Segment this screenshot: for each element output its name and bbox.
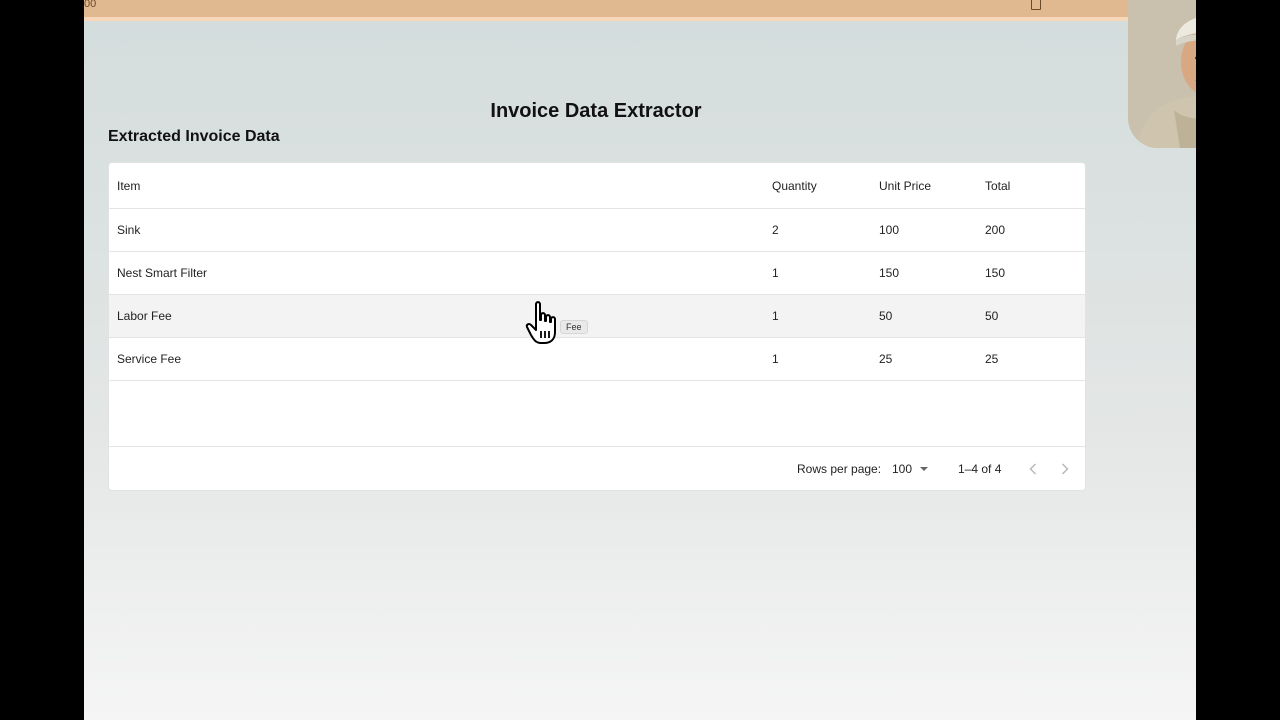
section-title: Extracted Invoice Data: [108, 128, 280, 145]
rows-per-page-label: Rows per page:: [797, 461, 882, 476]
rows-per-page-value: 100: [892, 461, 913, 476]
page-title: Invoice Data Extractor: [490, 100, 702, 122]
presenter-video: [1128, 0, 1196, 148]
cell-total[interactable]: 50: [985, 295, 998, 337]
top-bar: 00: [84, 0, 1196, 21]
cell-unit-price[interactable]: 150: [879, 252, 899, 294]
cell-quantity[interactable]: 1: [772, 338, 779, 380]
clipboard-icon: [1031, 0, 1041, 10]
hand-pointer-icon: [525, 301, 556, 344]
table-row[interactable]: Service Fee 1 25 25: [109, 338, 1085, 381]
table-row[interactable]: Nest Smart Filter 1 150 150: [109, 252, 1085, 295]
cell-unit-price[interactable]: 100: [879, 209, 899, 251]
pagination-range: 1–4 of 4: [958, 461, 1002, 476]
cell-unit-price[interactable]: 50: [879, 295, 892, 337]
cell-total[interactable]: 150: [985, 252, 1005, 294]
column-header-total[interactable]: Total: [985, 163, 1010, 208]
table-header-row: Item Quantity Unit Price Total: [109, 163, 1085, 209]
invoice-data-grid: Item Quantity Unit Price Total Sink 2 10…: [108, 162, 1086, 491]
top-bar-text: 00: [84, 0, 97, 10]
column-header-quantity[interactable]: Quantity: [772, 163, 817, 208]
cell-item[interactable]: Sink: [117, 209, 140, 251]
column-header-unit-price[interactable]: Unit Price: [879, 163, 931, 208]
cell-unit-price[interactable]: 25: [879, 338, 892, 380]
table-row[interactable]: Labor Fee 1 50 50: [109, 295, 1085, 338]
column-header-item[interactable]: Item: [117, 163, 140, 208]
cell-total[interactable]: 25: [985, 338, 998, 380]
cell-quantity[interactable]: 1: [772, 295, 779, 337]
rows-per-page-select[interactable]: 100: [892, 447, 929, 490]
cell-item[interactable]: Labor Fee: [117, 295, 172, 337]
caret-down-icon: [920, 466, 929, 471]
cell-item[interactable]: Service Fee: [117, 338, 181, 380]
cell-quantity[interactable]: 1: [772, 252, 779, 294]
pagination-footer: Rows per page: 100 1–4 of 4: [109, 446, 1085, 490]
chevron-right-icon: [1062, 463, 1069, 474]
cell-quantity[interactable]: 2: [772, 209, 779, 251]
cell-total[interactable]: 200: [985, 209, 1005, 251]
cell-tooltip: Fee: [560, 320, 588, 334]
webcam-overlay: [1128, 0, 1196, 148]
cell-item[interactable]: Nest Smart Filter: [117, 252, 207, 294]
chevron-left-icon: [1029, 463, 1036, 474]
app-window: 00 Invoice Data Extractor Extracted Invo…: [84, 0, 1196, 720]
table-row[interactable]: Sink 2 100 200: [109, 209, 1085, 252]
previous-page-button[interactable]: [1023, 447, 1043, 490]
next-page-button[interactable]: [1055, 447, 1075, 490]
